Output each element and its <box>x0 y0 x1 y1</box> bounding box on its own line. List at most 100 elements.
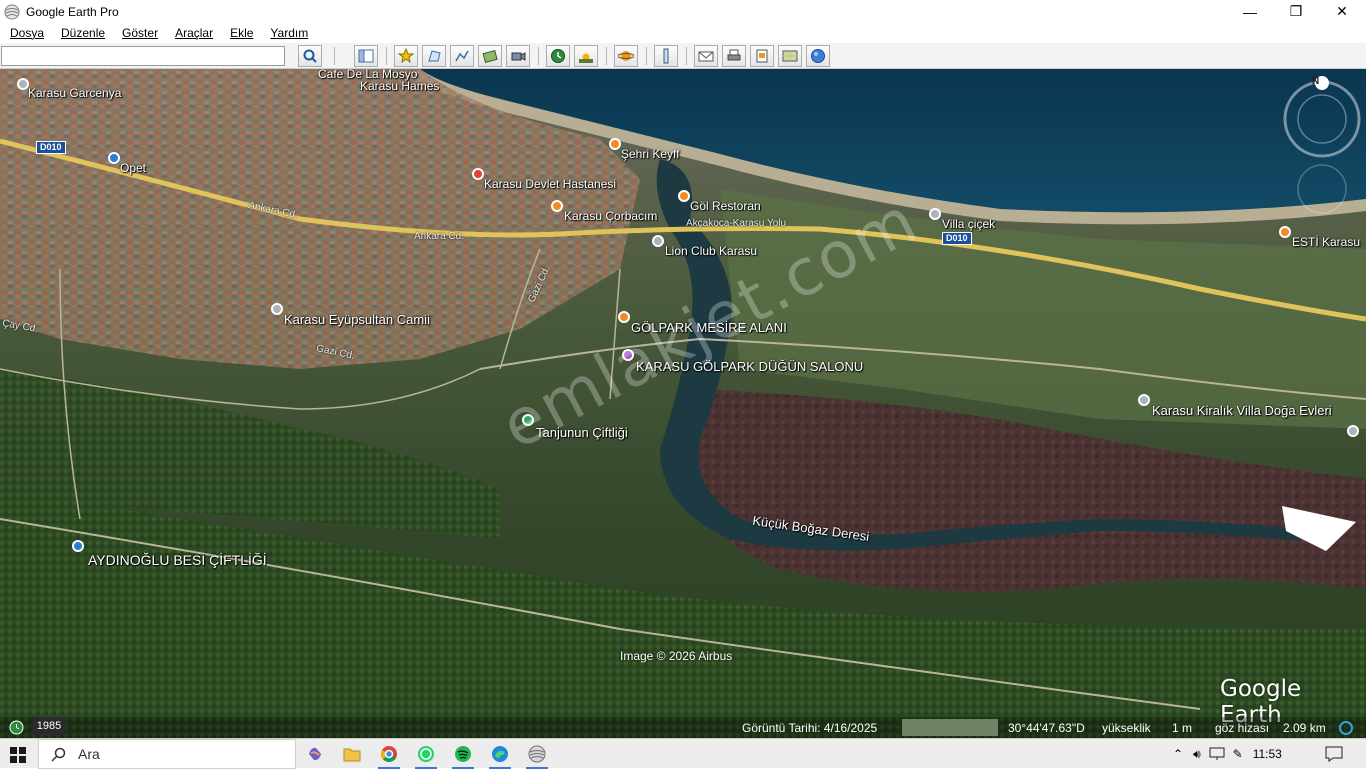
place-label[interactable]: Karasu Devlet Hastanesi <box>484 177 616 191</box>
place-label[interactable]: AYDINOĞLU BESİ ÇİFTLİĞİ <box>88 552 267 568</box>
image-overlay-icon <box>482 49 498 63</box>
search-input[interactable] <box>1 46 285 66</box>
place-label[interactable]: Villa çiçek <box>942 217 995 231</box>
planet-icon <box>618 51 634 61</box>
place-label[interactable]: Karasu Çorbacım <box>564 209 657 223</box>
place-label[interactable]: Şehri Keyff <box>621 147 679 161</box>
hospital-pin-icon[interactable] <box>472 168 484 180</box>
menu-goster[interactable]: Göster <box>112 26 165 40</box>
placemark-icon <box>398 48 414 64</box>
place-pin-icon[interactable] <box>1138 394 1150 406</box>
edge-icon[interactable] <box>483 741 517 769</box>
pen-icon[interactable]: ✎ <box>1233 747 1243 761</box>
highway-shield: D010 <box>942 232 972 245</box>
windows-start-icon[interactable] <box>10 747 26 763</box>
earth-map-view[interactable]: Cafe De La Mosyo Karasu Hames Karasu Gar… <box>0 69 1366 738</box>
window-title: Google Earth Pro <box>26 4 119 19</box>
menu-yardim[interactable]: Yardım <box>260 26 315 40</box>
google-maps-icon <box>811 49 825 63</box>
road-label: Akçakoca-Karasu Yolu <box>686 218 787 229</box>
menu-araclar[interactable]: Araçlar <box>165 26 220 40</box>
eye-altitude-label: göz hizası <box>1215 721 1270 735</box>
place-pin-icon[interactable] <box>17 78 29 90</box>
place-pin-icon[interactable] <box>652 235 664 247</box>
food-pin-icon[interactable] <box>551 200 563 212</box>
mosque-pin-icon[interactable] <box>271 303 283 315</box>
restore-button[interactable]: ❐ <box>1273 0 1319 23</box>
add-path-button[interactable] <box>450 45 474 67</box>
place-label[interactable]: Karasu Kiralık Villa Doğa Evleri <box>1152 403 1332 418</box>
food-pin-icon[interactable] <box>609 138 621 150</box>
place-label[interactable]: Karasu Hames <box>360 79 439 93</box>
google-maps-button[interactable] <box>806 45 830 67</box>
place-label[interactable]: Karasu Eyüpsultan Camii <box>284 312 430 327</box>
historical-imagery-icon[interactable] <box>9 720 24 735</box>
clock[interactable]: 11:53 <box>1253 747 1282 761</box>
network-icon[interactable] <box>1209 747 1225 761</box>
taskbar-search-placeholder: Ara <box>78 746 100 762</box>
toolbar <box>0 43 1366 69</box>
add-polygon-button[interactable] <box>422 45 446 67</box>
image-overlay-button[interactable] <box>478 45 502 67</box>
file-explorer-icon[interactable] <box>335 741 369 767</box>
place-label[interactable]: Göl Restoran <box>690 199 761 213</box>
place-pin-icon[interactable] <box>1347 425 1359 437</box>
save-image-button[interactable] <box>750 45 774 67</box>
ruler-icon <box>663 48 669 64</box>
status-bar: Görüntü Tarihi: 4/16/2025 30°44'47.63"D … <box>0 717 1366 738</box>
spotify-icon[interactable] <box>446 741 480 769</box>
historical-imagery-icon <box>551 49 565 63</box>
place-label[interactable]: Opet <box>120 161 146 175</box>
planet-switch-button[interactable] <box>614 45 638 67</box>
show-hidden-icons-icon[interactable]: ⌃ <box>1173 747 1183 761</box>
path-icon <box>455 50 469 62</box>
volume-icon[interactable]: 🔊︎ <box>1193 747 1201 762</box>
email-button[interactable] <box>694 45 718 67</box>
ruler-button[interactable] <box>654 45 678 67</box>
historical-year-badge[interactable]: 1985 <box>32 717 66 735</box>
sunlight-icon <box>579 53 593 63</box>
whatsapp-icon[interactable] <box>409 741 443 769</box>
menu-ekle[interactable]: Ekle <box>220 26 260 40</box>
imagery-date: Görüntü Tarihi: 4/16/2025 <box>742 721 878 735</box>
eye-altitude-value: 2.09 km <box>1283 721 1326 735</box>
copilot-icon[interactable] <box>298 741 332 767</box>
place-label[interactable]: Lion Club Karasu <box>665 244 757 258</box>
google-earth-logo-icon <box>4 4 20 19</box>
toolbar-separator <box>386 47 387 65</box>
sunlight-button[interactable] <box>574 45 598 67</box>
food-pin-icon[interactable] <box>678 190 690 202</box>
menu-dosya[interactable]: Dosya <box>0 26 51 40</box>
record-tour-icon <box>511 52 526 61</box>
menu-duzenle[interactable]: Düzenle <box>51 26 112 40</box>
minimize-button[interactable]: — <box>1227 0 1273 23</box>
notification-center-icon[interactable] <box>1325 746 1343 762</box>
taskbar-search[interactable]: Ara <box>38 739 296 769</box>
close-button[interactable]: ✕ <box>1319 0 1365 23</box>
place-pin-icon[interactable] <box>929 208 941 220</box>
add-placemark-button[interactable] <box>394 45 418 67</box>
search-button[interactable] <box>298 45 322 67</box>
sidebar-toggle-button[interactable] <box>354 45 378 67</box>
redacted-area <box>902 719 998 736</box>
print-button[interactable] <box>722 45 746 67</box>
toolbar-separator <box>538 47 539 65</box>
map-view-button[interactable] <box>778 45 802 67</box>
park-pin-icon[interactable] <box>618 311 630 323</box>
streaming-icon <box>1339 721 1353 735</box>
food-pin-icon[interactable] <box>1279 226 1291 238</box>
fuel-pin-icon[interactable] <box>108 152 120 164</box>
save-image-icon <box>756 49 768 63</box>
navigation-compass[interactable] <box>1280 75 1362 215</box>
print-icon <box>727 49 741 61</box>
chrome-icon[interactable] <box>372 741 406 769</box>
place-label[interactable]: ESTİ Karasu <box>1292 235 1360 249</box>
historical-imagery-button[interactable] <box>546 45 570 67</box>
place-label[interactable]: Karasu Garcenya <box>28 86 121 100</box>
close-icon: ✕ <box>1336 3 1348 19</box>
elevation-label: yükseklik <box>1102 721 1151 735</box>
google-earth-icon[interactable] <box>520 741 554 769</box>
sidebar-toggle-icon <box>358 49 374 63</box>
record-tour-button[interactable] <box>506 45 530 67</box>
farm-pin-icon[interactable] <box>72 540 84 552</box>
